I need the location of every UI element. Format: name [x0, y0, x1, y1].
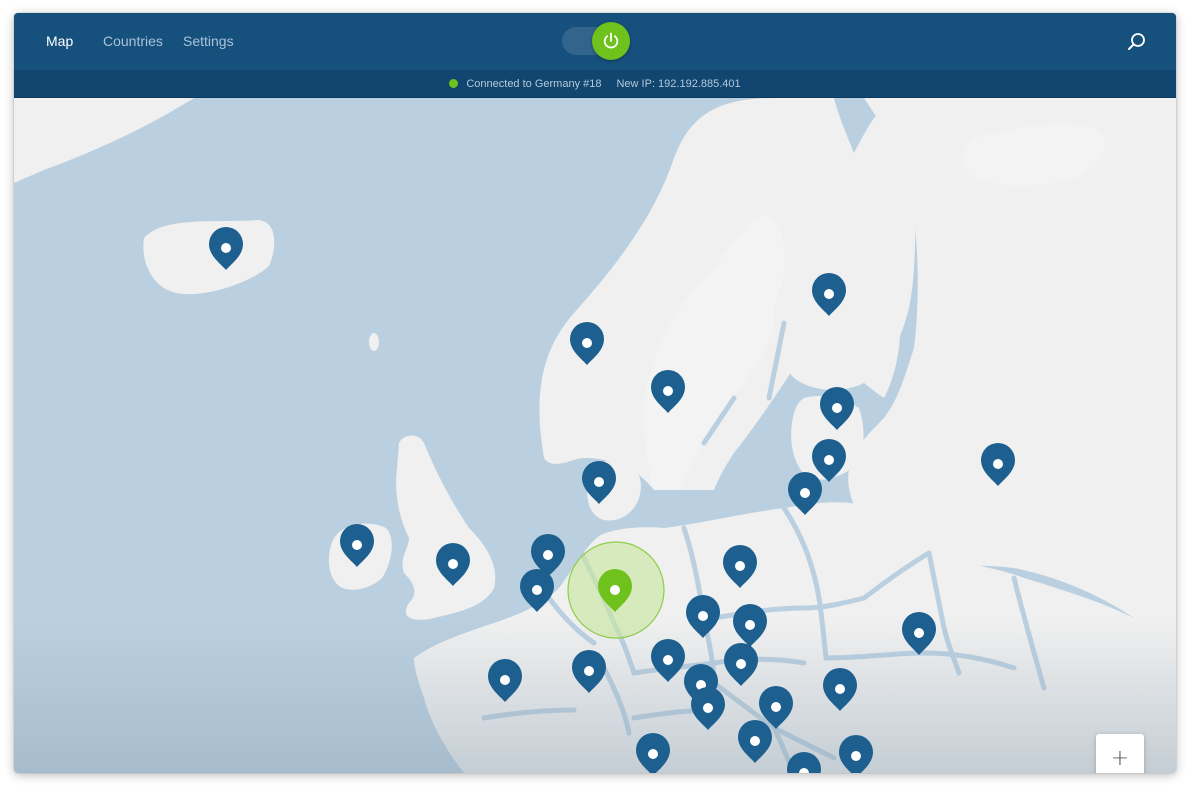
connection-toggle[interactable]	[562, 22, 630, 60]
server-map[interactable]: + −	[14, 98, 1176, 773]
tab-settings[interactable]: Settings	[183, 33, 234, 49]
map-fade	[14, 618, 1176, 773]
zoom-in-button[interactable]: +	[1096, 734, 1144, 773]
power-icon	[603, 32, 619, 49]
search-button[interactable]	[1126, 31, 1148, 53]
status-bar: Connected to Germany #18 New IP: 192.192…	[14, 70, 1176, 98]
tab-map[interactable]: Map	[46, 33, 73, 49]
search-icon	[1128, 33, 1145, 50]
ip-address: New IP: 192.192.885.401	[616, 77, 741, 90]
app-window: Map Countries Settings Connected to Germ…	[14, 13, 1176, 773]
map-canvas[interactable]	[14, 98, 1176, 773]
status-dot	[449, 79, 459, 88]
toggle-knob[interactable]	[592, 22, 630, 60]
tab-countries[interactable]: Countries	[103, 33, 163, 49]
zoom-controls: + −	[1096, 734, 1144, 773]
connection-status: Connected to Germany #18	[466, 77, 602, 90]
top-bar: Map Countries Settings	[14, 13, 1176, 70]
